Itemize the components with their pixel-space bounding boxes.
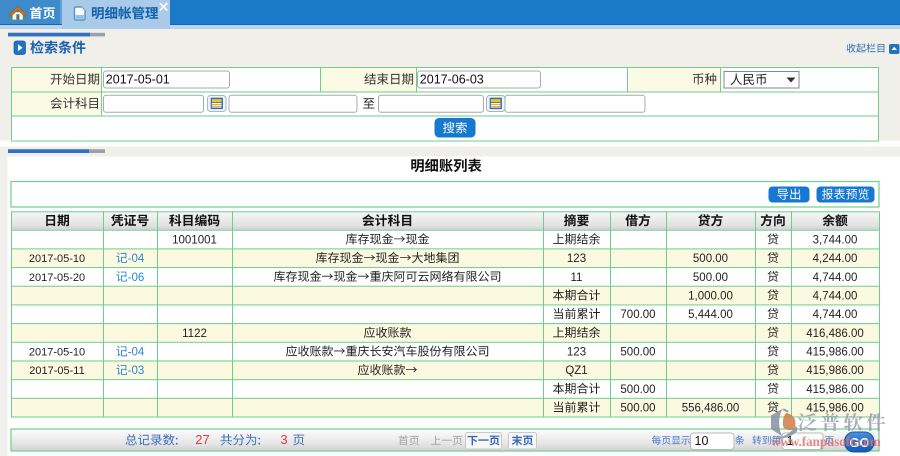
svg-text:4,744.00: 4,744.00: [813, 290, 858, 302]
svg-text:-04: -04: [128, 253, 145, 265]
svg-text:-04: -04: [128, 347, 145, 359]
svg-text:2017-05-11: 2017-05-11: [29, 365, 84, 377]
svg-text:-06: -06: [128, 272, 145, 284]
svg-text:416,486.00: 416,486.00: [806, 328, 864, 340]
svg-text:1001001: 1001001: [172, 234, 217, 246]
svg-text:4,744.00: 4,744.00: [813, 309, 858, 321]
svg-text:2017-05-10: 2017-05-10: [29, 347, 85, 359]
svg-text:4,744.00: 4,744.00: [813, 272, 858, 284]
svg-text:500.00: 500.00: [693, 253, 728, 265]
svg-text:500.00: 500.00: [620, 384, 655, 396]
svg-text:2017-05-10: 2017-05-10: [29, 253, 85, 265]
svg-text:123: 123: [567, 347, 586, 359]
svg-text:415,986.00: 415,986.00: [806, 347, 864, 359]
svg-text:www.fanpusoft.com: www.fanpusoft.com: [771, 434, 881, 449]
svg-text:-03: -03: [128, 365, 145, 377]
svg-text:1,000.00: 1,000.00: [688, 290, 733, 302]
svg-text:10: 10: [695, 434, 709, 448]
svg-text:4,244.00: 4,244.00: [813, 253, 858, 265]
svg-text:1122: 1122: [182, 328, 207, 340]
svg-text:415,986.00: 415,986.00: [806, 384, 864, 396]
svg-text:123: 123: [567, 253, 586, 265]
svg-text:2017-06-03: 2017-06-03: [420, 73, 484, 87]
svg-text:415,986.00: 415,986.00: [806, 403, 864, 415]
svg-text:500.00: 500.00: [620, 347, 655, 359]
svg-text:415,986.00: 415,986.00: [806, 365, 864, 377]
svg-text:2017-05-01: 2017-05-01: [106, 73, 170, 87]
svg-text:5,444.00: 5,444.00: [688, 309, 733, 321]
svg-text:556,486.00: 556,486.00: [682, 403, 740, 415]
svg-text:27: 27: [195, 432, 209, 447]
svg-text:500.00: 500.00: [620, 403, 655, 415]
svg-text:11: 11: [571, 272, 583, 284]
svg-text:3: 3: [280, 432, 287, 447]
svg-text:3,744.00: 3,744.00: [813, 234, 858, 246]
svg-text:700.00: 700.00: [620, 309, 655, 321]
svg-text:500.00: 500.00: [693, 272, 728, 284]
svg-text:QZ1: QZ1: [565, 365, 587, 377]
svg-text:2017-05-20: 2017-05-20: [29, 272, 85, 284]
